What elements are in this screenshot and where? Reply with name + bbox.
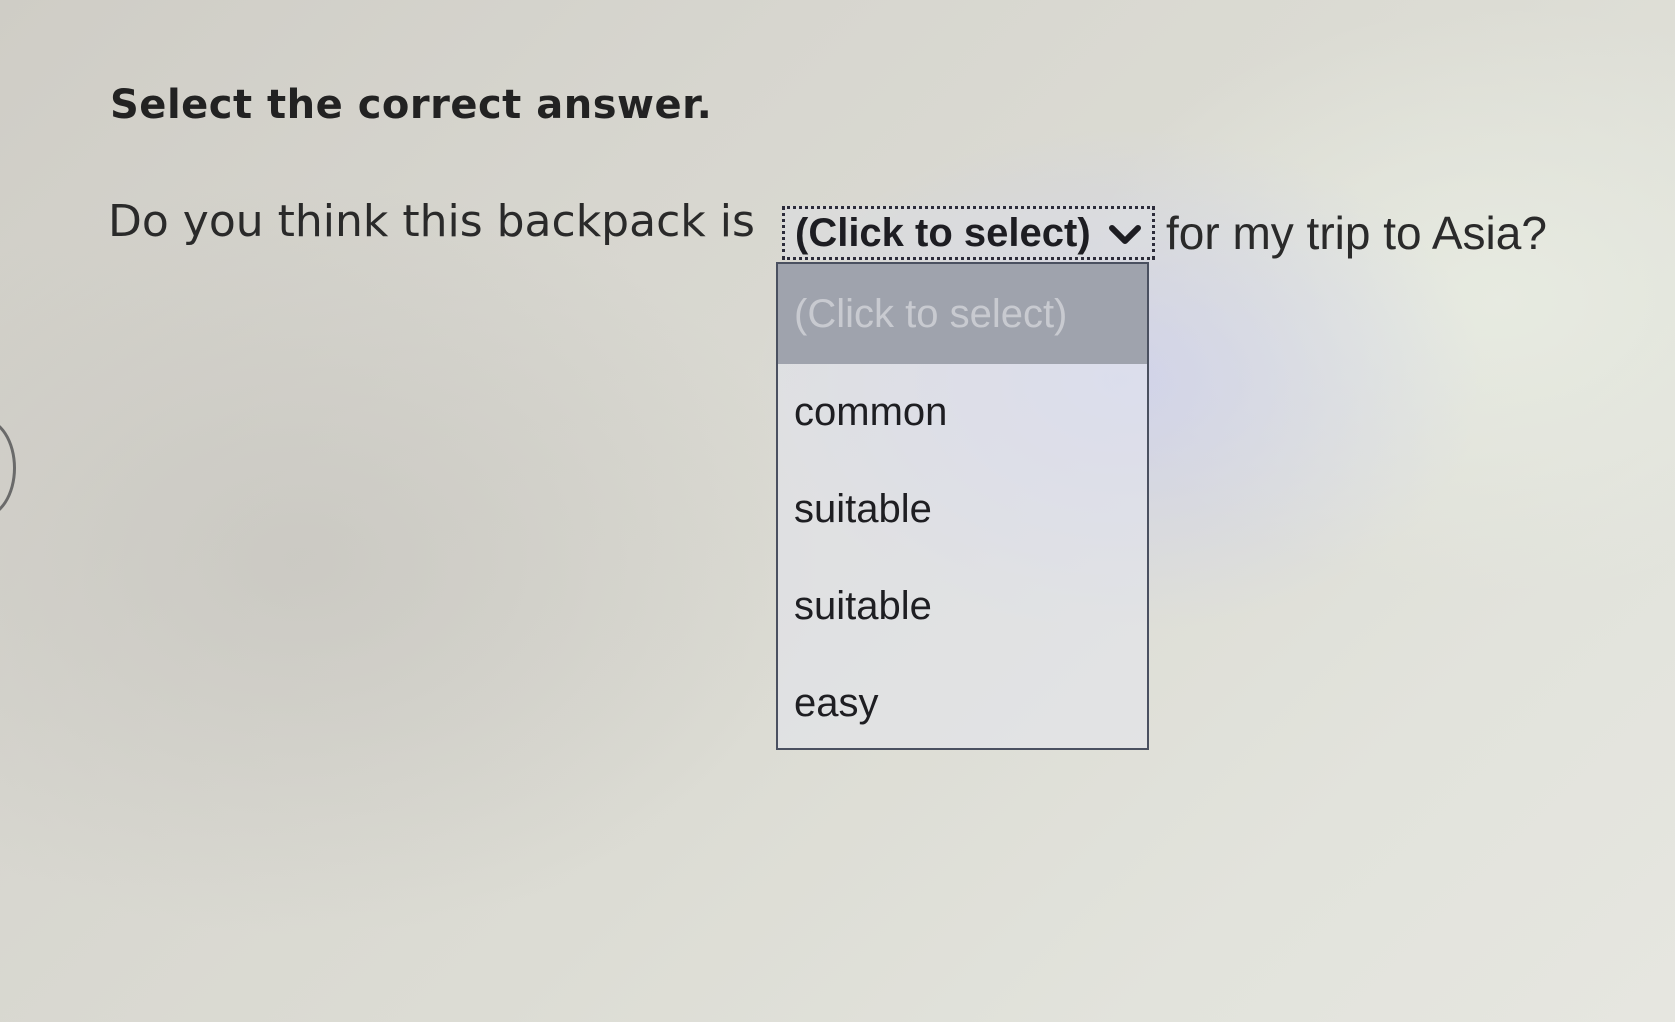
- question-text-before: Do you think this backpack is: [108, 196, 755, 247]
- question-text-after: for my trip to Asia?: [1166, 207, 1547, 259]
- dropdown-option-placeholder[interactable]: (Click to select): [778, 264, 1147, 364]
- answer-dropdown[interactable]: (Click to select): [782, 206, 1155, 260]
- partial-radio-circle: [0, 418, 16, 518]
- dropdown-selected-value: (Click to select): [795, 210, 1091, 255]
- instruction-heading: Select the correct answer.: [110, 82, 713, 128]
- dropdown-option-easy[interactable]: easy: [778, 655, 1147, 752]
- dropdown-options-list: (Click to select) common suitable suitab…: [776, 262, 1149, 750]
- dropdown-option-suitable[interactable]: suitable: [778, 461, 1147, 558]
- dropdown-option-common[interactable]: common: [778, 364, 1147, 461]
- chevron-down-icon: [1109, 225, 1141, 244]
- dropdown-option-suitable-2[interactable]: suitable: [778, 558, 1147, 655]
